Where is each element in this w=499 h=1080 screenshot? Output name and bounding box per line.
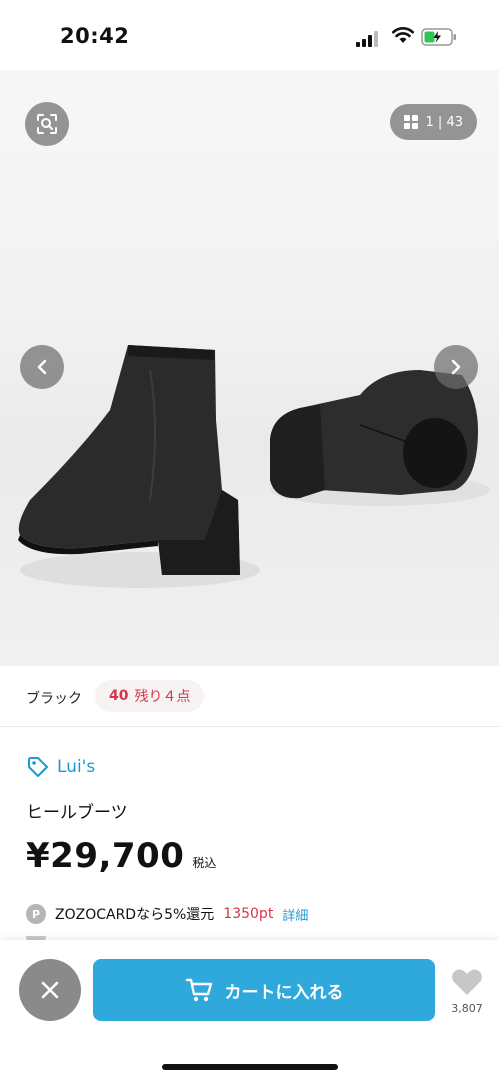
image-search-button[interactable]: [25, 102, 69, 146]
brand-link[interactable]: Lui's: [27, 756, 95, 778]
status-time: 20:42: [60, 24, 130, 48]
points-row: P ZOZOCARDなら5%還元 1350pt 詳細: [26, 904, 308, 924]
favorite-count: 3,807: [451, 1002, 483, 1015]
tax-label: 税込: [192, 856, 217, 870]
favorite-button[interactable]: 3,807: [447, 968, 487, 1015]
chevron-left-icon: [37, 359, 47, 375]
stock-label: 残り４点: [134, 689, 191, 705]
add-to-cart-label: カートに入れる: [224, 982, 344, 1003]
next-image-button[interactable]: [434, 345, 478, 389]
price: ¥29,700 税込: [26, 836, 216, 876]
points-icon: P: [26, 904, 46, 924]
home-indicator[interactable]: [162, 1064, 338, 1070]
product-photo: [18, 345, 490, 588]
signal-icon: [356, 31, 380, 51]
close-icon: [41, 981, 59, 999]
heart-icon: [452, 969, 482, 995]
bottom-action-bar: カートに入れる 3,807: [0, 940, 499, 1080]
image-search-icon: [37, 114, 57, 134]
status-bar: 20:42: [0, 0, 499, 70]
brand-name: Lui's: [57, 757, 96, 777]
image-counter: 1 | 43: [425, 114, 463, 130]
tag-icon: [28, 757, 48, 777]
price-amount: ¥29,700: [26, 836, 185, 876]
chevron-right-icon: [451, 359, 461, 375]
color-size-row: ブラック 40 残り４点: [0, 666, 499, 727]
points-detail-link[interactable]: 詳細: [282, 905, 308, 924]
add-to-cart-button[interactable]: カートに入れる: [93, 959, 435, 1021]
size-stock-chip[interactable]: 40 残り４点: [95, 680, 205, 712]
close-button[interactable]: [19, 959, 81, 1021]
product-title: ヒールブーツ: [26, 803, 128, 823]
size-label: 40: [109, 688, 129, 704]
grid-icon: [403, 115, 418, 129]
previous-image-button[interactable]: [20, 345, 64, 389]
cart-icon: [185, 978, 212, 1002]
product-image-gallery[interactable]: 1 | 43: [0, 70, 499, 666]
wifi-icon: [392, 27, 414, 48]
image-counter-button[interactable]: 1 | 43: [389, 104, 477, 140]
battery-icon: [421, 28, 457, 50]
color-name: ブラック: [26, 691, 82, 707]
points-text: ZOZOCARDなら5%還元: [55, 907, 215, 923]
points-value: 1350pt: [223, 906, 274, 922]
